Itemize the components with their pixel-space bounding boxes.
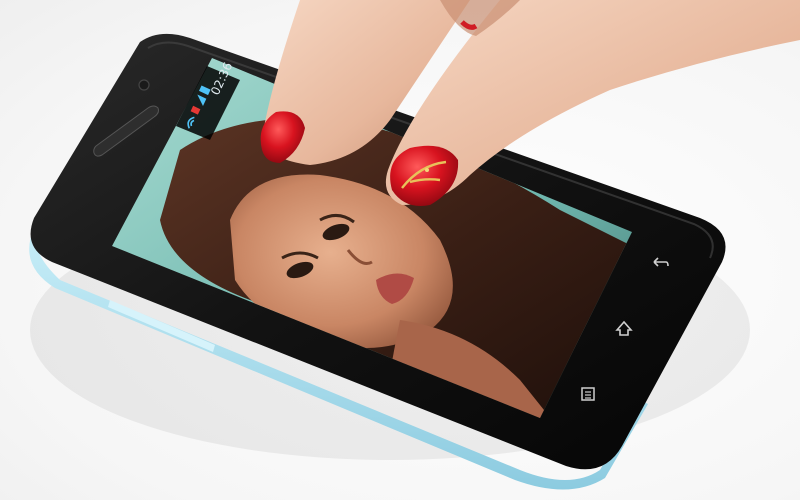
front-camera [138,79,150,91]
photo-canvas: 02:36 [29,0,800,490]
product-photo: 02:36 [0,0,800,500]
